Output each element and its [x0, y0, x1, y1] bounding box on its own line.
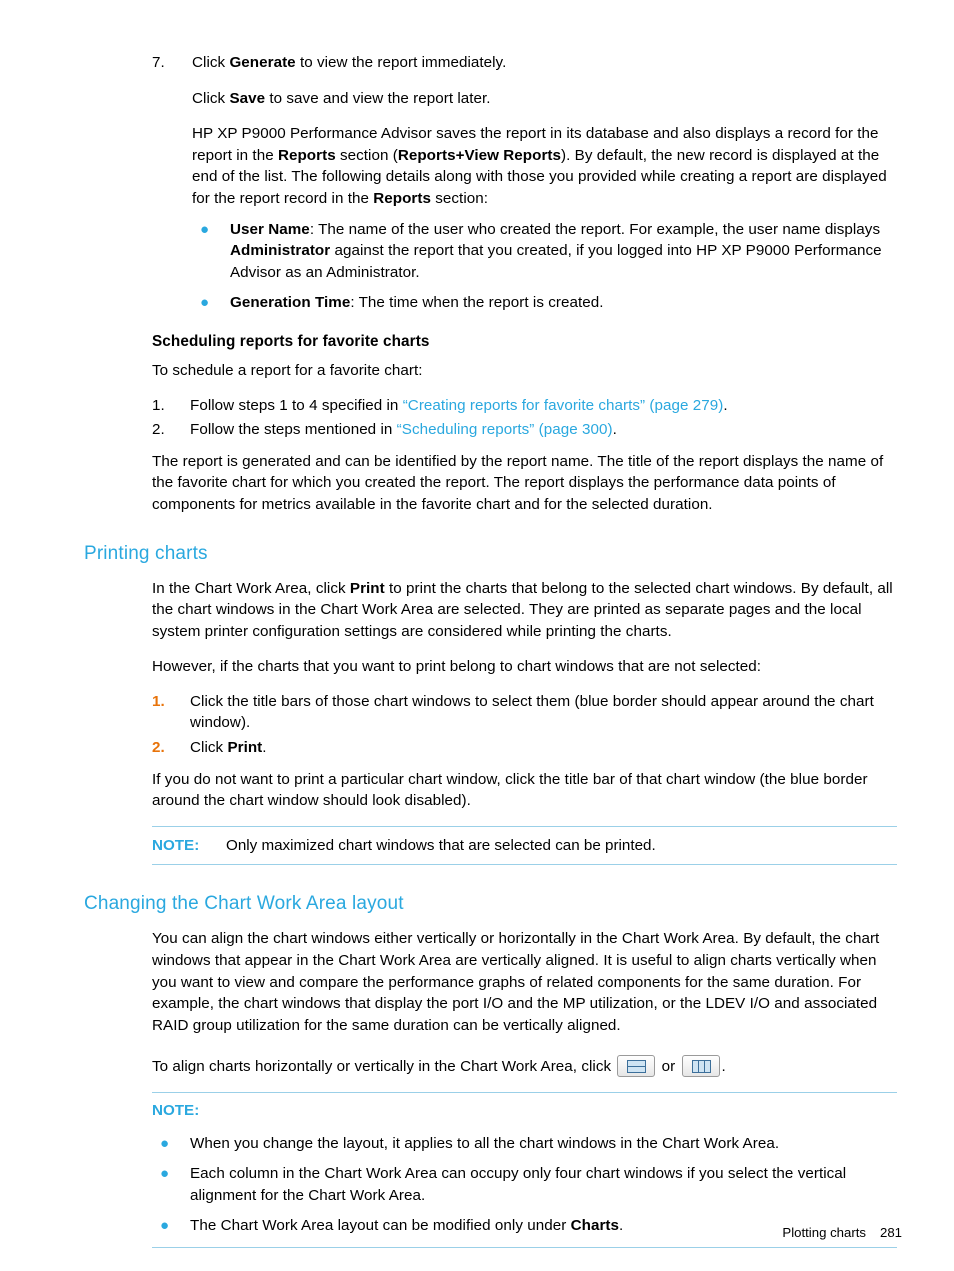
list-item: ● Generation Time: The time when the rep… — [192, 292, 897, 314]
note-label: NOTE: — [152, 1102, 200, 1119]
list-item-text: User Name: The name of the user who crea… — [230, 220, 882, 281]
printing-step-2-text: Click Print. — [190, 739, 267, 757]
step-7-paragraph: HP XP P9000 Performance Advisor saves th… — [192, 125, 887, 207]
printing-step-1: 1. Click the title bars of those chart w… — [152, 691, 897, 734]
note-row: NOTE: Only maximized chart windows that … — [152, 828, 897, 865]
note-printing: NOTE: Only maximized chart windows that … — [152, 825, 897, 867]
note-text: Only maximized chart windows that are se… — [226, 836, 656, 854]
bullet-icon: ● — [160, 1165, 170, 1183]
scheduling-intro: To schedule a report for a favorite char… — [152, 361, 423, 379]
scheduling-step-2: 2. Follow the steps mentioned in “Schedu… — [152, 419, 897, 441]
scheduling-step-2-text: Follow the steps mentioned in “Schedulin… — [190, 421, 617, 439]
list-item: ● User Name: The name of the user who cr… — [192, 219, 897, 284]
printing-paragraph-3: If you do not want to print a particular… — [152, 770, 868, 810]
layout-paragraph-1: You can align the chart windows either v… — [152, 930, 880, 1034]
printing-step-2: 2. Click Print. — [152, 737, 897, 759]
scheduling-step-1-number: 1. — [152, 396, 165, 414]
step-7: 7. Click Generate to view the report imm… — [152, 52, 897, 314]
link-creating-reports-favorite-charts[interactable]: “Creating reports for favorite charts” (… — [403, 397, 724, 414]
link-scheduling-reports[interactable]: “Scheduling reports” (page 300) — [397, 421, 613, 438]
heading-printing-charts: Printing charts — [84, 542, 208, 564]
step-7-line-1: Click Generate to view the report immedi… — [192, 54, 507, 71]
page-number: 281 — [879, 1224, 902, 1240]
bullet-icon: ● — [160, 1134, 170, 1152]
step-7-number: 7. — [152, 54, 165, 71]
heading-changing-chart-work-area-layout: Changing the Chart Work Area layout — [84, 893, 404, 915]
list-item: ● Each column in the Chart Work Area can… — [152, 1163, 897, 1206]
horizontal-layout-icon[interactable] — [617, 1055, 656, 1078]
printing-step-2-number: 2. — [152, 739, 165, 757]
scheduling-step-1: 1. Follow steps 1 to 4 specified in “Cre… — [152, 395, 897, 417]
vertical-layout-icon[interactable] — [681, 1055, 720, 1078]
printing-paragraph-1: In the Chart Work Area, click Print to p… — [152, 579, 893, 640]
step-7-line-2: Click Save to save and view the report l… — [192, 89, 491, 107]
subheading-scheduling-reports: Scheduling reports for favorite charts — [152, 332, 430, 350]
scheduling-step-2-number: 2. — [152, 421, 165, 439]
printing-step-1-number: 1. — [152, 692, 165, 710]
list-item-text: Generation Time: The time when the repor… — [230, 294, 604, 312]
bullet-icon: ● — [200, 294, 210, 312]
footer-label: Plotting charts — [782, 1224, 866, 1240]
note-label: NOTE: — [152, 836, 200, 854]
step-7-bullet-list: ● User Name: The name of the user who cr… — [192, 219, 897, 314]
page-content: 7. Click Generate to view the report imm… — [84, 52, 897, 1249]
bullet-icon: ● — [200, 220, 210, 238]
list-item-text: When you change the layout, it applies t… — [190, 1134, 780, 1152]
step-7-body: Click Generate to view the report immedi… — [192, 52, 897, 314]
scheduling-closing-paragraph: The report is generated and can be ident… — [152, 452, 884, 513]
document-page: 7. Click Generate to view the report imm… — [0, 0, 954, 1271]
scheduling-step-1-text: Follow steps 1 to 4 specified in “Creati… — [190, 396, 728, 414]
divider — [152, 1246, 897, 1249]
list-item: ● When you change the layout, it applies… — [152, 1133, 897, 1155]
printing-paragraph-2: However, if the charts that you want to … — [152, 658, 762, 676]
printing-step-1-text: Click the title bars of those chart wind… — [190, 692, 874, 732]
section-printing-charts: Printing charts — [84, 542, 897, 566]
layout-paragraph-2: To align charts horizontally or vertical… — [152, 1055, 897, 1078]
section-changing-layout: Changing the Chart Work Area layout — [84, 892, 897, 916]
page-footer: Plotting charts 281 — [0, 1222, 902, 1244]
divider — [152, 864, 897, 866]
list-item-text: Each column in the Chart Work Area can o… — [190, 1165, 847, 1204]
